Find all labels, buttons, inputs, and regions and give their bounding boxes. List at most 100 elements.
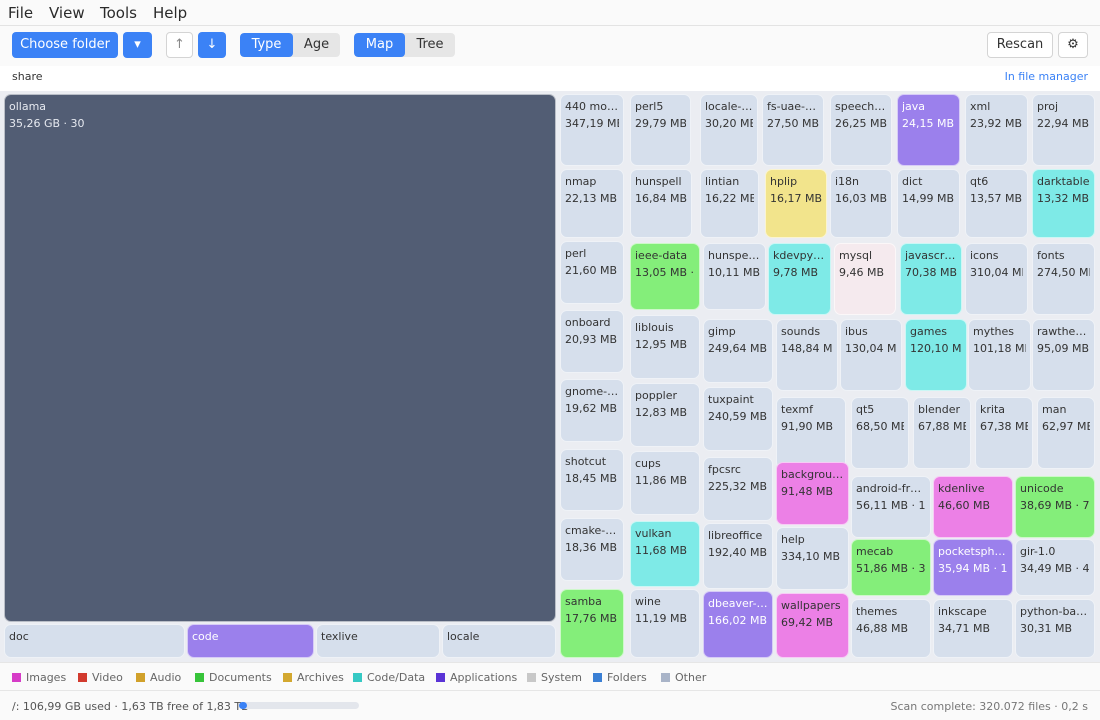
treemap-tile[interactable]: wine 11,19 MB <box>630 589 700 658</box>
treemap-tile[interactable]: wallpapers 69,42 MB <box>776 593 849 658</box>
treemap-tile[interactable]: fs-uae-ar… 27,50 MB <box>762 94 824 166</box>
tile-name: fs-uae-ar… <box>767 100 819 113</box>
treemap-tile[interactable]: mecab 51,86 MB · 35 <box>851 539 931 596</box>
treemap-tile[interactable]: locale <box>442 624 556 658</box>
tile-name: gnome-sh… <box>565 385 619 398</box>
treemap-tile[interactable]: lintian 16,22 MB <box>700 169 759 238</box>
treemap-tile[interactable]: libreoffice 192,40 MB <box>703 523 773 589</box>
legend-swatch <box>283 673 292 682</box>
treemap-tile[interactable]: qt6 13,57 MB <box>965 169 1028 238</box>
color-mode-age[interactable]: Age <box>293 33 340 57</box>
menu-help[interactable]: Help <box>153 4 187 22</box>
menu-view[interactable]: View <box>49 4 85 22</box>
treemap-tile[interactable]: speech-d… 26,25 MB <box>830 94 892 166</box>
treemap-tile[interactable]: fpcsrc 225,32 MB <box>703 457 773 521</box>
treemap-tile[interactable]: hplip 16,17 MB <box>765 169 827 238</box>
treemap-tile[interactable]: inkscape 34,71 MB <box>933 599 1013 658</box>
tile-size: 274,50 MB <box>1037 266 1090 279</box>
tile-name: perl <box>565 247 587 260</box>
treemap-tile[interactable]: dict 14,99 MB <box>897 169 960 238</box>
treemap-tile[interactable]: python-bab… 30,31 MB <box>1015 599 1095 658</box>
settings-button[interactable]: ⚙ <box>1058 32 1088 58</box>
tile-size: 23,92 MB <box>970 117 1023 130</box>
treemap-tile[interactable]: gnome-sh… 19,62 MB <box>560 379 624 442</box>
treemap-tile[interactable]: shotcut 18,45 MB <box>560 449 624 511</box>
treemap-tile[interactable]: code <box>187 624 314 658</box>
treemap-tile[interactable]: cups 11,86 MB <box>630 451 700 515</box>
tile-size: 56,11 MB · 1 <box>856 499 926 512</box>
treemap-tile[interactable]: blender 67,88 MB <box>913 397 971 469</box>
treemap-tile[interactable]: texlive <box>316 624 440 658</box>
tile-name: poppler <box>635 389 678 402</box>
choose-folder-button[interactable]: Choose folder <box>12 32 118 58</box>
treemap-tile[interactable]: perl 21,60 MB <box>560 241 624 304</box>
treemap-tile[interactable]: man 62,97 MB <box>1037 397 1095 469</box>
treemap-tile[interactable]: kdenlive 46,60 MB <box>933 476 1013 538</box>
treemap-tile[interactable]: fonts 274,50 MB <box>1032 243 1095 315</box>
tile-name: shotcut <box>565 455 607 468</box>
tile-size: 70,38 MB <box>905 266 957 279</box>
treemap-tile[interactable]: perl5 29,79 MB <box>630 94 691 166</box>
tile-name: wallpapers <box>781 599 841 612</box>
treemap-tile[interactable]: pocketsphinx 35,94 MB · 11 <box>933 539 1013 596</box>
treemap-tile[interactable]: ibus 130,04 MB <box>840 319 902 391</box>
treemap-tile[interactable]: kdevpyt… 9,78 MB <box>768 243 831 315</box>
treemap-tile[interactable]: sounds 148,84 MB <box>776 319 838 391</box>
treemap-tile[interactable]: liblouis 12,95 MB <box>630 315 700 379</box>
treemap-tile[interactable]: gimp 249,64 MB <box>703 319 773 383</box>
treemap-tile[interactable]: themes 46,88 MB <box>851 599 931 658</box>
treemap-tile[interactable]: javascript 70,38 MB <box>900 243 962 315</box>
menu-tools[interactable]: Tools <box>100 4 137 22</box>
treemap-tile[interactable]: help 334,10 MB <box>776 527 849 590</box>
menu-file[interactable]: File <box>8 4 33 22</box>
sort-up-button[interactable]: ↑ <box>166 32 193 58</box>
treemap-tile[interactable]: mysql 9,46 MB <box>834 243 896 315</box>
treemap-tile[interactable]: i18n 16,03 MB <box>830 169 892 238</box>
treemap-tile[interactable]: darktable 13,32 MB <box>1032 169 1095 238</box>
treemap-tile[interactable]: ieee-data 13,05 MB · 9 <box>630 243 700 310</box>
treemap-tile[interactable]: doc <box>4 624 185 658</box>
treemap-tile[interactable]: games 120,10 MB <box>905 319 967 391</box>
treemap-tile[interactable]: hunspell 16,84 MB <box>630 169 692 238</box>
legend-label: Other <box>675 671 707 684</box>
tile-size: 26,25 MB <box>835 117 887 130</box>
treemap-tile[interactable]: vulkan 11,68 MB <box>630 521 700 587</box>
treemap-tile[interactable]: cmake-3.28 18,36 MB <box>560 518 624 581</box>
treemap-tile[interactable]: texmf 91,90 MB <box>776 397 846 469</box>
treemap-tile[interactable]: gir-1.0 34,49 MB · 40 <box>1015 539 1095 596</box>
tile-name: darktable <box>1037 175 1090 188</box>
view-mode-map[interactable]: Map <box>354 33 405 57</box>
treemap-tile[interactable]: krita 67,38 MB <box>975 397 1033 469</box>
treemap-tile[interactable]: qt5 68,50 MB <box>851 397 909 469</box>
open-in-file-manager-link[interactable]: In file manager <box>1005 70 1088 83</box>
treemap-tile[interactable]: dbeaver-ce 166,02 MB <box>703 591 773 658</box>
tile-name: backgroun… <box>781 468 844 481</box>
tile-size: 35,94 MB · 11 <box>938 562 1008 575</box>
treemap-tile[interactable]: java 24,15 MB <box>897 94 960 166</box>
treemap-tile[interactable]: samba 17,76 MB <box>560 589 624 658</box>
treemap-tile[interactable]: proj 22,94 MB <box>1032 94 1095 166</box>
treemap-tile[interactable]: onboard 20,93 MB <box>560 310 624 373</box>
legend-item: Images <box>12 671 66 684</box>
color-mode-type[interactable]: Type <box>240 33 293 57</box>
folder-dropdown-button[interactable]: ▾ <box>123 32 152 58</box>
view-mode-tree[interactable]: Tree <box>405 33 455 57</box>
treemap-tile[interactable]: rawthera… 95,09 MB <box>1032 319 1095 391</box>
treemap-tile[interactable]: android-fra… 56,11 MB · 1 <box>851 476 931 538</box>
treemap-tile[interactable]: 440 more… 347,19 MB <box>560 94 624 166</box>
treemap-tile[interactable]: hunspell… 10,11 MB <box>703 243 766 310</box>
treemap-tile[interactable]: ollama 35,26 GB · 30 <box>4 94 556 622</box>
treemap-tile[interactable]: locale-la… 30,20 MB <box>700 94 758 166</box>
treemap-tile[interactable]: icons 310,04 MB <box>965 243 1028 315</box>
treemap-tile[interactable]: mythes 101,18 MB <box>968 319 1031 391</box>
treemap-tile[interactable]: xml 23,92 MB <box>965 94 1028 166</box>
treemap-tile[interactable]: backgroun… 91,48 MB <box>776 462 849 525</box>
rescan-button[interactable]: Rescan <box>987 32 1053 58</box>
tile-size: 34,71 MB <box>938 622 991 635</box>
treemap-tile[interactable]: poppler 12,83 MB <box>630 383 700 447</box>
treemap-tile[interactable]: tuxpaint 240,59 MB <box>703 387 773 451</box>
treemap-tile[interactable]: nmap 22,13 MB <box>560 169 624 238</box>
status-bar: /: 106,99 GB used · 1,63 TB free of 1,83… <box>0 690 1100 720</box>
sort-down-button[interactable]: ↓ <box>198 32 226 58</box>
treemap-tile[interactable]: unicode 38,69 MB · 79 <box>1015 476 1095 538</box>
